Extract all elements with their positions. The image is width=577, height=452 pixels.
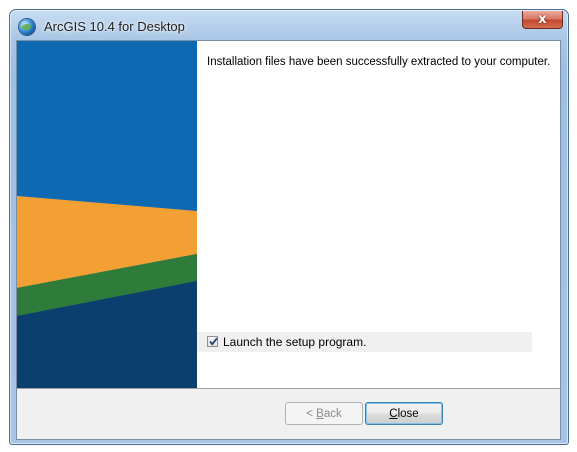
- side-banner-art: [17, 41, 197, 388]
- launch-setup-checkbox[interactable]: [207, 336, 218, 347]
- launch-setup-option[interactable]: Launch the setup program.: [197, 332, 532, 352]
- close-icon: x: [538, 12, 547, 27]
- installer-window: ArcGIS 10.4 for Desktop x Installation f…: [9, 9, 569, 445]
- back-button-rest: ack: [323, 407, 342, 420]
- checkmark-icon: [209, 337, 218, 346]
- title-bar[interactable]: ArcGIS 10.4 for Desktop x: [10, 10, 568, 40]
- content-pane: Installation files have been successfull…: [197, 41, 560, 388]
- back-button-mnemonic: B: [316, 407, 324, 420]
- banner-graphic: [17, 41, 197, 388]
- status-message: Installation files have been successfull…: [207, 56, 551, 68]
- window-title: ArcGIS 10.4 for Desktop: [44, 19, 185, 34]
- back-button[interactable]: < Back: [285, 402, 363, 425]
- close-button-rest: lose: [397, 407, 419, 420]
- button-area-divider: [17, 388, 560, 389]
- window-close-button[interactable]: x: [522, 11, 563, 29]
- launch-setup-label[interactable]: Launch the setup program.: [223, 335, 366, 349]
- dialog-client-area: Installation files have been successfull…: [16, 40, 561, 440]
- back-button-prefix: <: [306, 407, 317, 420]
- close-button-mnemonic: C: [389, 407, 398, 420]
- arcgis-globe-icon: [19, 19, 35, 35]
- close-button[interactable]: Close: [365, 402, 443, 425]
